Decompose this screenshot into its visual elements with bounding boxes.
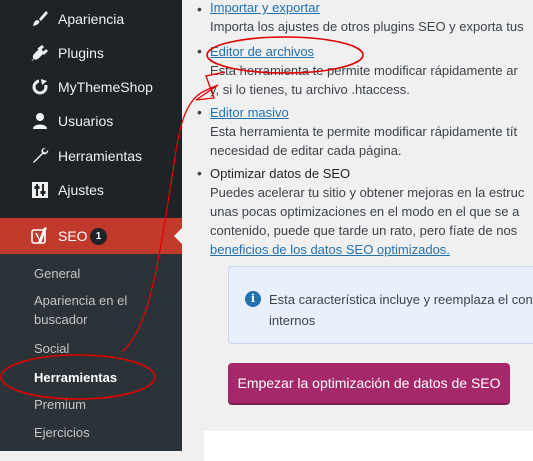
- tool-description: necesidad de editar cada página.: [210, 143, 402, 158]
- menu-item-herramientas[interactable]: Herramientas: [0, 139, 182, 173]
- paintbrush-icon: [31, 10, 49, 28]
- wrench-icon: [31, 147, 49, 165]
- menu-item-label: Apariencia: [58, 11, 125, 27]
- tool-description: y, si lo tienes, tu archivo .htaccess.: [210, 82, 410, 97]
- notice-text: Esta característica incluye y reemplaza …: [269, 289, 533, 331]
- start-optimization-button[interactable]: Empezar la optimización de datos de SEO: [228, 363, 510, 403]
- bullet: •: [197, 165, 202, 181]
- notice-line: Esta característica incluye y reemplaza …: [269, 292, 533, 307]
- yoast-icon: [31, 227, 49, 245]
- menu-item-label: Plugins: [58, 45, 104, 61]
- tool-link-importar-exportar[interactable]: Importar y exportar: [210, 0, 320, 17]
- menu-item-seo[interactable]: SEO 1: [0, 218, 182, 254]
- tool-link-editor-archivos[interactable]: Editor de archivos: [210, 44, 314, 59]
- content-card: [204, 431, 533, 461]
- tool-description: Importa los ajustes de otros plugins SEO…: [210, 19, 524, 34]
- settings-sliders-icon: [31, 181, 49, 199]
- main-content: • Importar y exportar Importa los ajuste…: [182, 0, 533, 461]
- info-icon: i: [245, 291, 261, 307]
- tool-item-editor-masivo: • Editor masivo Esta herramienta te perm…: [197, 103, 533, 160]
- submenu-item-social[interactable]: Social: [34, 339, 174, 358]
- menu-item-ajustes[interactable]: Ajustes: [0, 173, 182, 207]
- tool-item-optimizar-datos: • Optimizar datos de SEO Puedes acelerar…: [197, 164, 533, 259]
- notification-badge: 1: [90, 228, 107, 245]
- refresh-icon: [31, 78, 49, 96]
- tool-title: Optimizar datos de SEO: [210, 166, 351, 181]
- plugin-icon: [31, 44, 49, 62]
- seo-data-benefits-link[interactable]: beneficios de los datos SEO optimizados.: [210, 240, 533, 259]
- menu-item-mythemeshop[interactable]: MyThemeShop: [0, 70, 182, 104]
- menu-item-apariencia[interactable]: Apariencia: [0, 2, 182, 36]
- admin-sidebar: Apariencia Plugins MyThemeShop Usuarios …: [0, 0, 182, 451]
- tool-description: unas pocas optimizaciones en el modo en …: [210, 204, 520, 219]
- current-menu-arrow: [174, 228, 182, 244]
- menu-item-label: SEO: [58, 228, 88, 244]
- bullet: •: [197, 1, 202, 17]
- notice-line: internos: [269, 313, 316, 328]
- menu-item-label: MyThemeShop: [58, 79, 153, 95]
- bullet: •: [197, 43, 202, 59]
- submenu-item-herramientas[interactable]: Herramientas: [34, 368, 174, 387]
- tool-description: contenido, puede que tarde un rato, pero…: [210, 223, 518, 238]
- menu-item-label: Ajustes: [58, 182, 104, 198]
- submenu-item-premium[interactable]: Premium: [34, 395, 174, 414]
- tool-description: Esta herramienta te permite modificar rá…: [210, 63, 518, 78]
- menu-item-label: Herramientas: [58, 148, 143, 164]
- tool-description: Puedes acelerar tu sitio y obtener mejor…: [210, 185, 525, 200]
- seo-submenu: General Apariencia en el buscador Social…: [0, 254, 182, 451]
- submenu-item-general[interactable]: General: [34, 264, 174, 283]
- bullet: •: [197, 104, 202, 120]
- tool-link-editor-masivo[interactable]: Editor masivo: [210, 105, 289, 120]
- tool-item-editor-archivos: • Editor de archivos Esta herramienta te…: [197, 42, 533, 99]
- menu-item-label: Usuarios: [58, 113, 114, 129]
- menu-item-usuarios[interactable]: Usuarios: [0, 104, 182, 138]
- info-notice: i Esta característica incluye y reemplaz…: [228, 266, 533, 344]
- menu-item-plugins[interactable]: Plugins: [0, 36, 182, 70]
- tool-description: Esta herramienta te permite modificar rá…: [210, 124, 518, 139]
- user-icon: [31, 112, 49, 130]
- submenu-item-apariencia-buscador[interactable]: Apariencia en el buscador: [34, 291, 174, 329]
- submenu-item-ejercicios[interactable]: Ejercicios: [34, 423, 174, 442]
